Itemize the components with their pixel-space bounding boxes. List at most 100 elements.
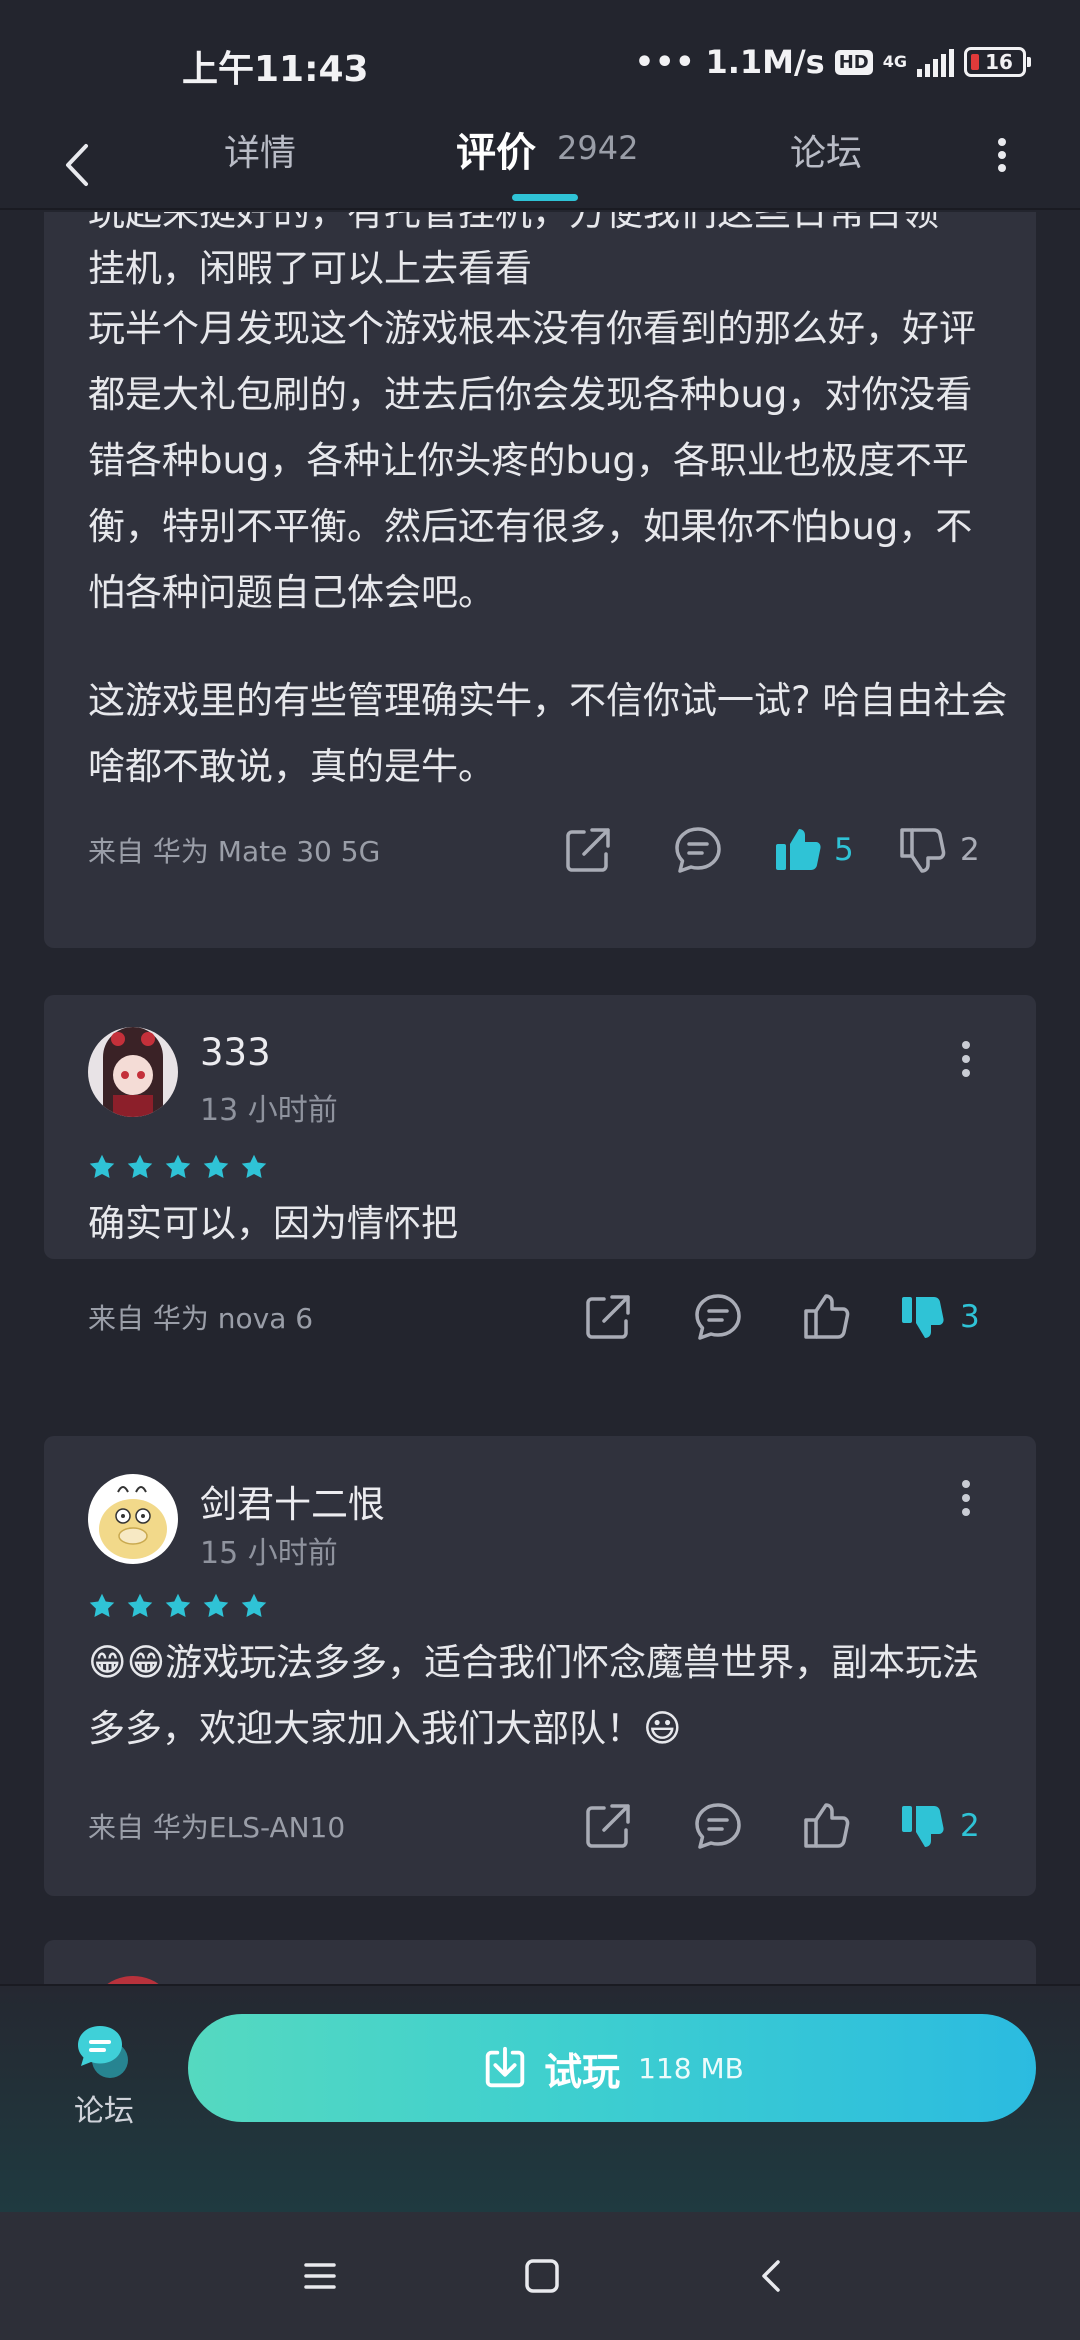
review-footer: 来自 华为 nova 6 3 bbox=[88, 1287, 980, 1347]
review-actions: 5 2 bbox=[548, 820, 980, 880]
review-actions: 2 bbox=[568, 1796, 980, 1856]
star-icon bbox=[89, 1593, 115, 1617]
back-chevron-icon bbox=[762, 2260, 780, 2292]
forum-label: 论坛 bbox=[74, 2094, 134, 2129]
review-time: 13 小时前 bbox=[200, 1093, 338, 1128]
star-icon bbox=[165, 1154, 191, 1178]
recent-apps-button[interactable] bbox=[294, 2250, 346, 2302]
avatar[interactable] bbox=[88, 1027, 178, 1117]
thumbs-up-filled-icon bbox=[776, 829, 821, 870]
review-more-button[interactable] bbox=[956, 1478, 976, 1518]
download-icon bbox=[485, 2046, 525, 2088]
username[interactable]: 333 bbox=[200, 1031, 271, 1074]
device-label: 来自 华为 Mate 30 5G bbox=[88, 835, 381, 868]
device-label: 来自 华为 nova 6 bbox=[88, 1302, 314, 1335]
rating-stars bbox=[88, 1592, 268, 1620]
review-card: 剑君十二恨 15 小时前 😁😁游戏玩法多多，适合我们怀念魔兽世界，副本玩法多多，… bbox=[44, 1436, 1036, 1896]
menu-icon bbox=[304, 2263, 336, 2289]
dislike-count: 2 bbox=[960, 1808, 980, 1844]
device-label: 来自 华为ELS-AN10 bbox=[88, 1811, 346, 1844]
dislike-button[interactable]: 2 bbox=[898, 1796, 980, 1856]
share-icon bbox=[566, 828, 610, 872]
star-icon bbox=[203, 1593, 229, 1617]
review-footer: 来自 华为ELS-AN10 2 bbox=[88, 1796, 980, 1856]
star-icon bbox=[127, 1593, 153, 1617]
top-nav: 详情 评价 2942 论坛 bbox=[0, 120, 1080, 210]
star-icon bbox=[241, 1154, 267, 1178]
review-time: 15 小时前 bbox=[200, 1536, 338, 1571]
review-paragraph: 这游戏里的有些管理确实牛，不信你试一试? 哈自由社会啥都不敢说，真的是牛。 bbox=[88, 679, 1008, 788]
share-icon bbox=[586, 1295, 630, 1339]
dislike-count: 3 bbox=[960, 1299, 980, 1335]
status-indicators: ••• 1.1M/s HD 4G 16 bbox=[634, 40, 1031, 84]
system-nav-bar bbox=[0, 2212, 1080, 2340]
thumbs-up-icon bbox=[804, 1294, 850, 1339]
star-icon bbox=[241, 1593, 267, 1617]
status-time: 上午11:43 bbox=[182, 49, 369, 90]
review-actions: 3 bbox=[568, 1287, 980, 1347]
bottom-action-bar: 论坛 试玩 118 MB bbox=[0, 1984, 1080, 2212]
username[interactable]: 剑君十二恨 bbox=[200, 1474, 385, 1528]
thumbs-down-icon bbox=[900, 828, 946, 873]
back-arrow-icon bbox=[66, 144, 88, 186]
review-text: 确实可以，因为情怀把 bbox=[88, 1202, 458, 1245]
download-size: 118 MB bbox=[638, 2051, 744, 2085]
review-paragraph: 玩半个月发现这个游戏根本没有你看到的那么好，好评都是大礼包刷的，进去后你会发现各… bbox=[88, 307, 976, 614]
dislike-button[interactable]: 2 bbox=[898, 820, 980, 880]
thumbs-down-filled-icon bbox=[902, 1297, 944, 1338]
review-text-line: 挂机，闲暇了可以上去看看 bbox=[88, 247, 532, 290]
thumbs-up-icon bbox=[804, 1803, 850, 1848]
try-play-label: 试玩 bbox=[544, 2049, 621, 2094]
dislike-count: 2 bbox=[960, 832, 980, 868]
comment-button[interactable] bbox=[678, 1796, 758, 1856]
tab-detail[interactable]: 详情 bbox=[224, 124, 296, 176]
avatar[interactable] bbox=[88, 1474, 178, 1564]
dislike-button[interactable]: 3 bbox=[898, 1287, 980, 1347]
comment-icon bbox=[695, 1294, 741, 1340]
more-options-button[interactable] bbox=[992, 132, 1012, 178]
share-button[interactable] bbox=[568, 1796, 648, 1856]
network-speed: 1.1M/s bbox=[705, 43, 825, 81]
review-card: 玩起来挺好的，有托管挂机，方便我们这些日常白领 挂机，闲暇了可以上去看看 玩半个… bbox=[44, 212, 1036, 948]
forum-chat-icon bbox=[78, 2026, 128, 2078]
battery-icon: 16 bbox=[964, 47, 1031, 77]
thumbs-down-filled-icon bbox=[902, 1806, 944, 1847]
review-card bbox=[44, 1940, 1036, 1984]
star-icon bbox=[165, 1593, 191, 1617]
speed-dots-icon: ••• bbox=[634, 44, 696, 80]
star-icon bbox=[127, 1154, 153, 1178]
review-more-button[interactable] bbox=[956, 1039, 976, 1079]
system-back-button[interactable] bbox=[746, 2250, 798, 2302]
rating-stars bbox=[88, 1153, 268, 1181]
active-tab-indicator bbox=[512, 194, 578, 201]
comment-icon bbox=[695, 1803, 741, 1849]
share-icon bbox=[586, 1804, 630, 1848]
comment-icon bbox=[675, 827, 721, 873]
tab-forum[interactable]: 论坛 bbox=[790, 124, 862, 176]
battery-level: 16 bbox=[985, 50, 1013, 74]
share-button[interactable] bbox=[568, 1287, 648, 1347]
share-button[interactable] bbox=[548, 820, 628, 880]
signal-icon bbox=[917, 47, 954, 77]
comment-button[interactable] bbox=[658, 820, 738, 880]
back-button[interactable] bbox=[58, 140, 102, 190]
home-square-icon bbox=[525, 2259, 559, 2293]
review-text: 😁😁游戏玩法多多，适合我们怀念魔兽世界，副本玩法多多，欢迎大家加入我们大部队！😃 bbox=[88, 1641, 980, 1750]
like-button[interactable] bbox=[788, 1796, 868, 1856]
review-list[interactable]: 玩起来挺好的，有托管挂机，方便我们这些日常白领 挂机，闲暇了可以上去看看 玩半个… bbox=[0, 212, 1080, 1984]
tab-reviews[interactable]: 评价 bbox=[456, 120, 536, 178]
like-button[interactable]: 5 bbox=[772, 820, 854, 880]
like-button[interactable] bbox=[788, 1287, 868, 1347]
network-type: 4G bbox=[882, 52, 907, 71]
review-card: 333 13 小时前 确实可以，因为情怀把 来自 华为 nova 6 3 bbox=[44, 995, 1036, 1340]
review-footer: 来自 华为 Mate 30 5G 5 2 bbox=[88, 820, 980, 880]
reviews-count: 2942 bbox=[557, 129, 639, 167]
comment-button[interactable] bbox=[678, 1287, 758, 1347]
home-button[interactable] bbox=[516, 2250, 568, 2302]
like-count: 5 bbox=[834, 832, 854, 868]
status-bar: 上午11:43 ••• 1.1M/s HD 4G 16 bbox=[0, 0, 1080, 120]
try-play-button[interactable]: 试玩 118 MB bbox=[188, 2014, 1036, 2122]
star-icon bbox=[203, 1154, 229, 1178]
hd-badge: HD bbox=[834, 49, 873, 75]
avatar[interactable] bbox=[88, 1976, 178, 1984]
